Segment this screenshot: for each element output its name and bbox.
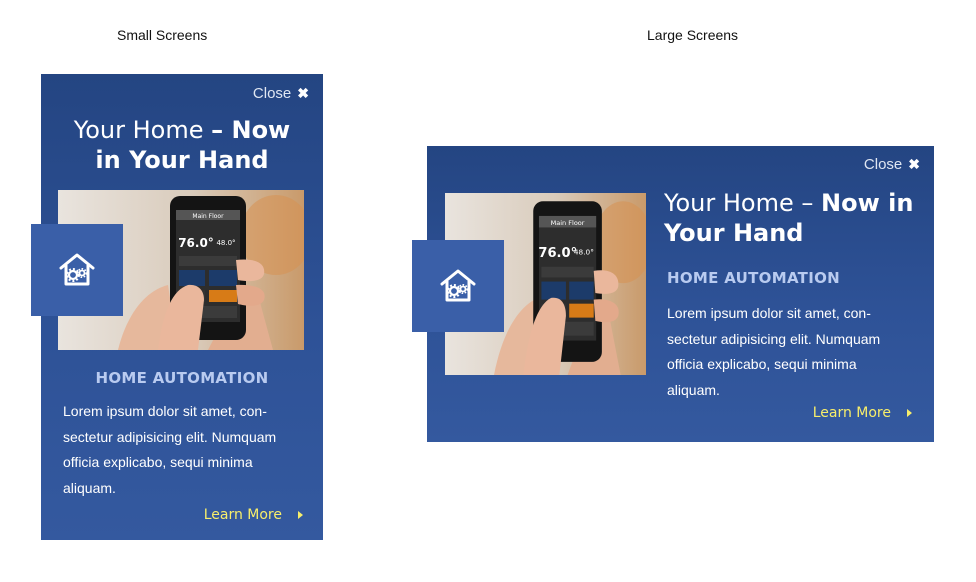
learn-more-label: Learn More — [203, 507, 282, 523]
phone-header: Main Floor — [551, 219, 585, 227]
phone-temp: 76.0° — [178, 236, 214, 250]
body-line: Lorem ipsum dolor sit amet, con- — [667, 305, 871, 321]
close-icon: ✖ — [297, 85, 309, 101]
promo-title: Your Home – Now in Your Hand — [41, 115, 323, 175]
arrow-right-icon — [298, 511, 303, 519]
arrow-right-icon — [907, 409, 912, 417]
home-automation-badge — [412, 240, 504, 332]
close-label: Close — [863, 156, 903, 173]
body-line: sectetur adipisicing elit. Numquam — [63, 428, 277, 445]
title-bold: – Now — [211, 116, 291, 144]
promo-card-large: Close ✖ Main Floor 76.0° 48.0° Your Home… — [412, 146, 934, 442]
promo-title: Your Home – Now in Your Hand — [664, 188, 926, 248]
subhead: HOME AUTOMATION — [667, 269, 841, 287]
phone-temp: 76.0° — [538, 246, 577, 261]
close-button[interactable]: Close ✖ — [253, 85, 309, 102]
phone-setpoint: 48.0° — [216, 239, 235, 247]
subhead: HOME AUTOMATION — [95, 369, 269, 387]
phone-header: Main Floor — [192, 213, 224, 220]
close-icon: ✖ — [908, 156, 920, 172]
phone-setpoint: 48.0° — [574, 247, 594, 256]
title-bold: Now in — [821, 189, 914, 217]
body-line: officia explicabo, sequi minima — [63, 454, 253, 470]
caption-small-screens: Small Screens — [117, 27, 208, 43]
body-text: Lorem ipsum dolor sit amet, con- sectetu… — [667, 301, 922, 403]
title-bold-line2: Your Hand — [664, 219, 804, 247]
body-text: Lorem ipsum dolor sit amet, con- sectetu… — [63, 399, 313, 501]
title-light: Your Home – — [664, 189, 821, 217]
smart-home-icon — [440, 269, 476, 302]
home-automation-badge — [31, 224, 123, 316]
promo-card-small: Close ✖ Your Home – Now in Your Hand Mai… — [31, 74, 323, 540]
learn-more-link[interactable]: Learn More — [813, 405, 912, 421]
body-line: Lorem ipsum dolor sit amet, con- — [63, 403, 267, 419]
close-button[interactable]: Close ✖ — [864, 156, 920, 173]
body-line: officia explicabo, sequi minima — [667, 356, 857, 372]
body-line: sectetur adipisicing elit. Numquam — [667, 330, 881, 347]
title-bold-line2: in Your Hand — [95, 146, 269, 174]
close-label: Close — [252, 85, 292, 102]
smart-home-icon — [59, 253, 95, 286]
learn-more-link[interactable]: Learn More — [204, 507, 303, 523]
caption-large-screens: Large Screens — [647, 27, 739, 43]
title-light: Your Home — [73, 116, 212, 144]
learn-more-label: Learn More — [812, 405, 891, 421]
body-line: aliquam. — [667, 381, 720, 398]
body-line: aliquam. — [63, 479, 116, 496]
